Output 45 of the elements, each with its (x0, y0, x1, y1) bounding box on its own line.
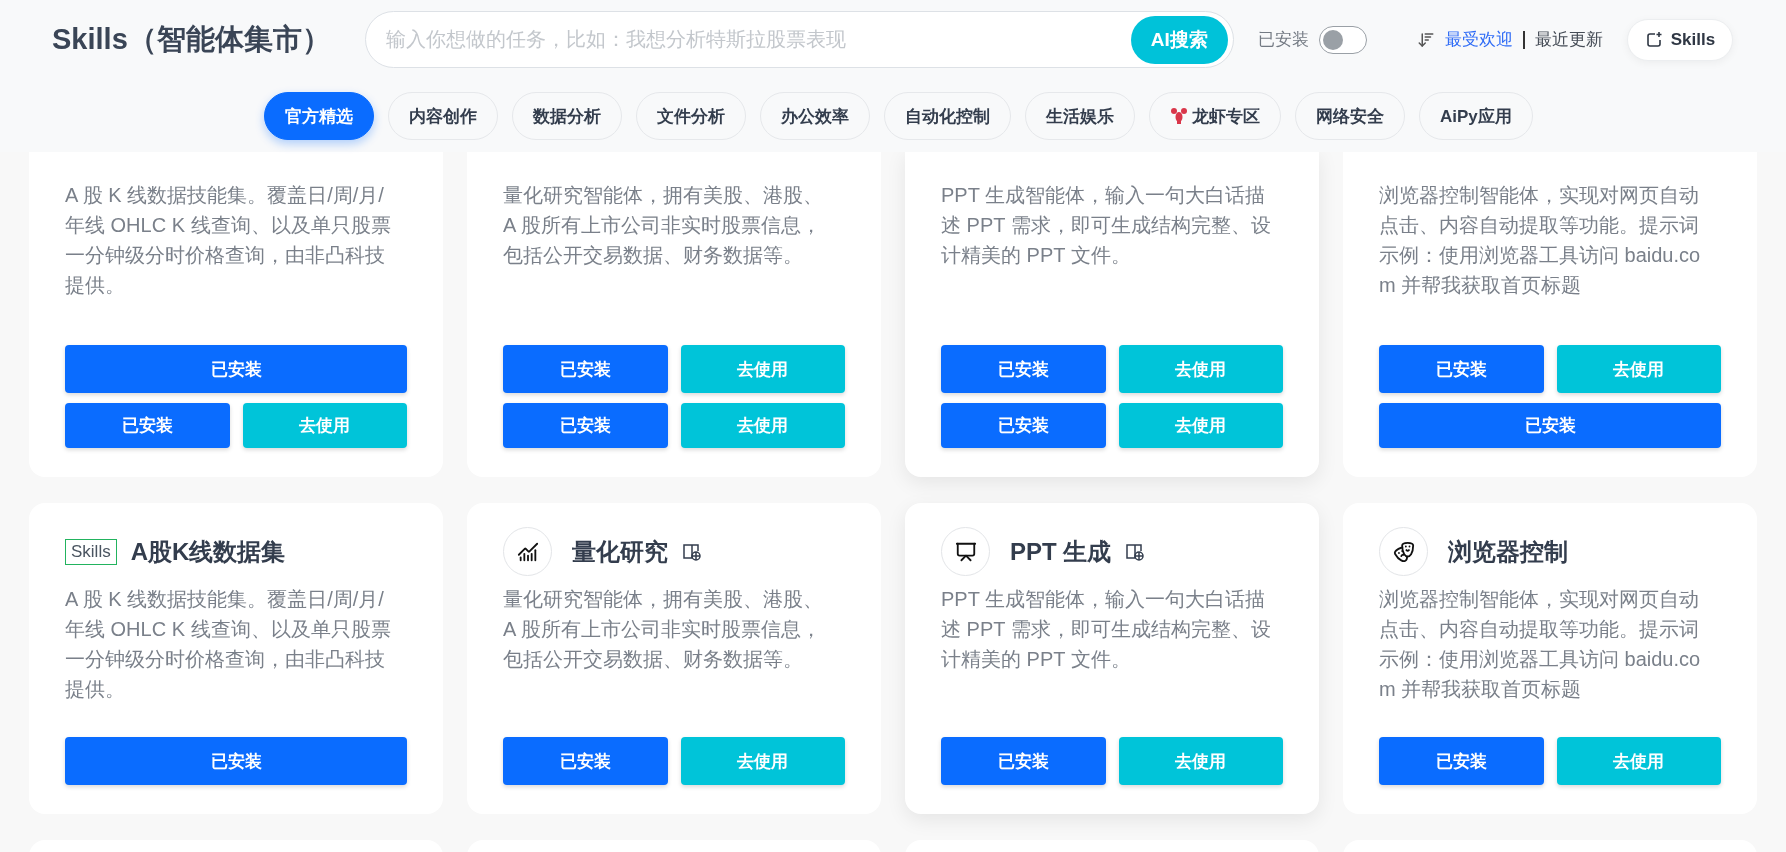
installed-button[interactable]: 已安装 (503, 345, 668, 393)
installed-button[interactable]: 已安装 (1379, 345, 1544, 393)
skills-button[interactable]: Skills (1626, 18, 1734, 61)
card-description: PPT 生成智能体，输入一句大白话描述 PPT 需求，即可生成结构完整、设计精美的 PPT 文件。 (941, 183, 1272, 268)
installed-button[interactable]: 已安装 (65, 737, 407, 785)
installed-button[interactable]: 已安装 (1379, 737, 1544, 785)
installed-button[interactable]: 已安装 (941, 345, 1106, 393)
installed-label: 已安装 (1257, 29, 1309, 51)
book-globe-icon (682, 541, 702, 562)
category-tab[interactable]: AiPy应用 (1419, 92, 1533, 140)
installed-button[interactable]: 已安装 (941, 403, 1106, 448)
category-tab[interactable]: 生活娱乐 (1025, 92, 1135, 140)
category-tab[interactable]: 自动化控制 (884, 92, 1011, 140)
card-description: 量化研究智能体，拥有美股、港股、A 股所有上市公司非实时股票信息，包括公开交易数据、财务数据等。 (503, 183, 824, 268)
sort-icon (1416, 30, 1435, 49)
installed-button[interactable]: 已安装 (65, 403, 230, 448)
category-tab[interactable]: 龙虾专区 (1149, 92, 1281, 140)
category-tab[interactable]: 办公效率 (760, 92, 870, 140)
installed-button[interactable]: 已安装 (503, 403, 668, 448)
card-title: PPT 生成 (1010, 536, 1112, 567)
category-tab[interactable]: 数据分析 (512, 92, 622, 140)
card-title: A股K线数据集 (130, 536, 286, 567)
sort-option[interactable]: 最近更新 (1534, 28, 1603, 51)
category-tab[interactable]: 官方精选 (264, 92, 374, 140)
installed-button[interactable]: 已安装 (503, 737, 668, 785)
card-title: 量化研究 (572, 536, 668, 567)
category-tab[interactable]: 内容创作 (388, 92, 498, 140)
installed-button[interactable]: 已安装 (1379, 403, 1721, 448)
book-globe-icon (1125, 541, 1146, 562)
skills-tag: Skills (65, 538, 117, 565)
card-description: A 股 K 线数据技能集。覆盖日/周/月/年线 OHLC K 线查询、以及单只股票一分钟级分时价格查询，由非凸科技提供。 (65, 183, 392, 298)
installed-button[interactable]: 已安装 (941, 737, 1106, 785)
card-description: 浏览器控制智能体，实现对网页自动点击、内容自动提取等功能。提示词示例：使用浏览器工具访问 baidu.com 并帮我获取首页标题 (1379, 587, 1702, 702)
card-description: A 股 K 线数据技能集。覆盖日/周/月/年线 OHLC K 线查询、以及单只股票一分钟级分时价格查询，由非凸科技提供。 (65, 587, 392, 702)
card-description: 量化研究智能体，拥有美股、港股、A 股所有上市公司非实时股票信息，包括公开交易数据、财务数据等。 (503, 587, 824, 672)
sort-option[interactable]: 最受欢迎 (1444, 28, 1513, 51)
card-description: PPT 生成智能体，输入一句大白话描述 PPT 需求，即可生成结构完整、设计精美的 PPT 文件。 (941, 587, 1272, 672)
card-description: 浏览器控制智能体，实现对网页自动点击、内容自动提取等功能。提示词示例：使用浏览器工具访问 baidu.com 并帮我获取首页标题 (1379, 183, 1702, 298)
installed-button[interactable]: 已安装 (65, 345, 407, 393)
category-tab[interactable]: 网络安全 (1295, 92, 1405, 140)
card-title: 浏览器控制 (1448, 536, 1568, 567)
installed-toggle[interactable] (1318, 25, 1367, 54)
category-tab[interactable]: 文件分析 (636, 92, 746, 140)
lobster-icon (1170, 107, 1188, 125)
page-title: Skills（智能体集市） (52, 21, 331, 57)
